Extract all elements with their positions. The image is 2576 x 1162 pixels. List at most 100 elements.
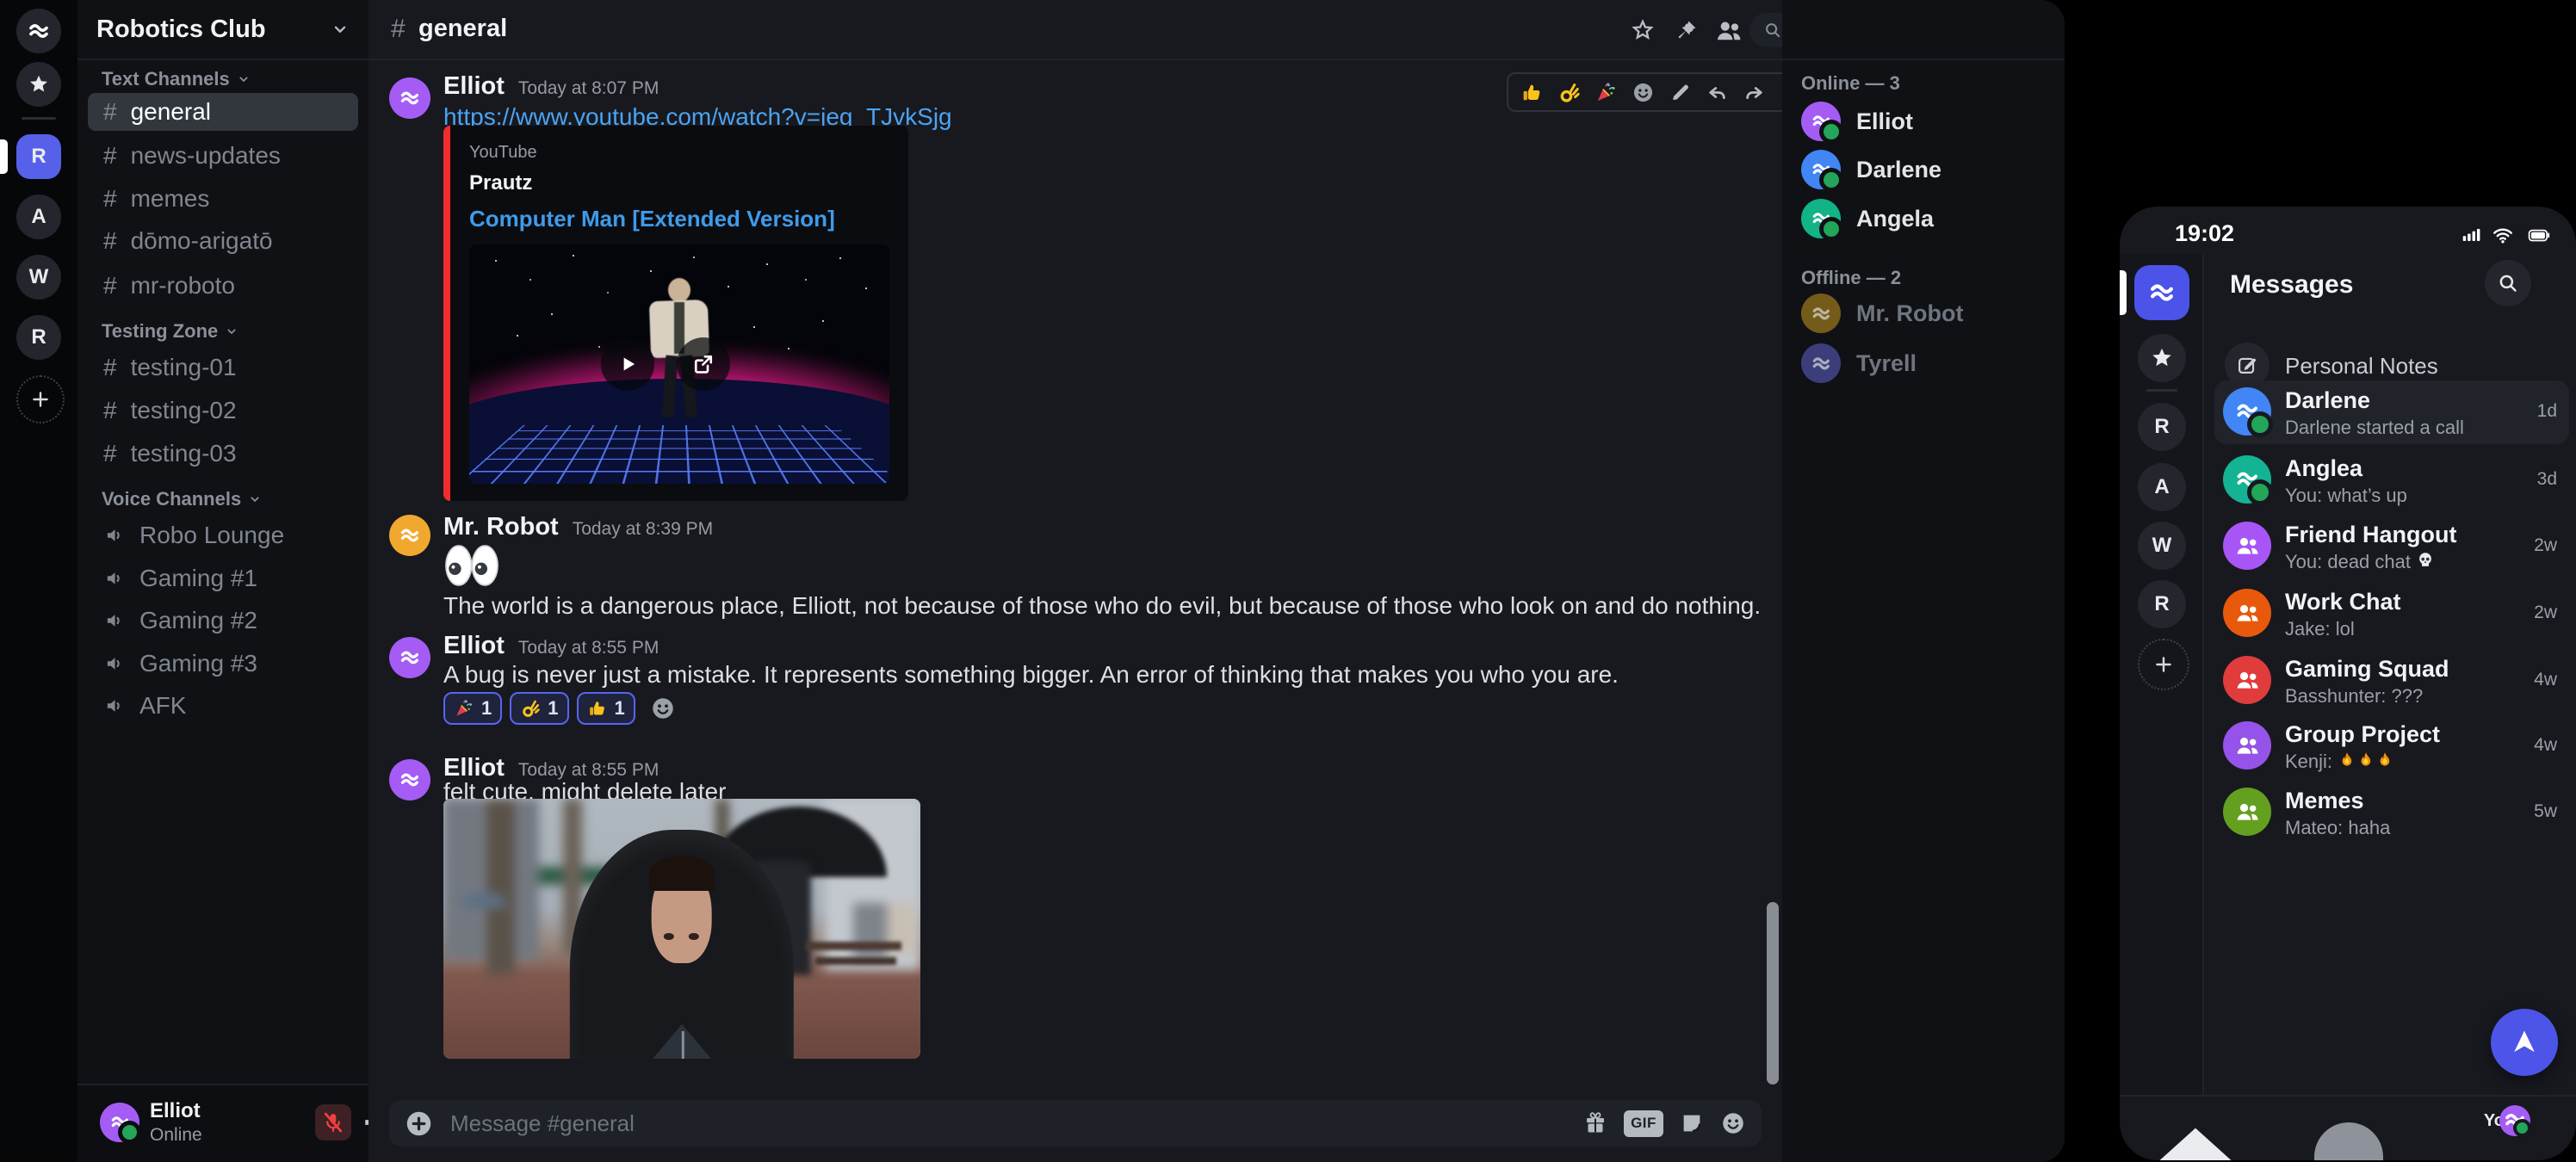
channel-domo-arigato[interactable]: #dōmo-arigatō: [88, 222, 358, 260]
ok-hand-emoji-button[interactable]: [1557, 81, 1581, 104]
sticker-icon[interactable]: [1679, 1110, 1705, 1136]
voice-robo-lounge[interactable]: Robo Lounge: [88, 516, 358, 554]
avatar[interactable]: [1801, 294, 1841, 333]
avatar[interactable]: [100, 1103, 139, 1142]
avatar[interactable]: [1801, 102, 1841, 141]
voice-gaming-3[interactable]: Gaming #3: [88, 645, 358, 683]
group-avatar[interactable]: [2223, 522, 2271, 570]
personal-notes-label[interactable]: Personal Notes: [2285, 353, 2438, 380]
section-text-channels[interactable]: Text Channels: [102, 67, 251, 91]
avatar[interactable]: [389, 515, 430, 556]
avatar[interactable]: [1801, 343, 1841, 383]
chat-scrollbar[interactable]: [1767, 902, 1779, 1085]
embed-title[interactable]: Computer Man [Extended Version]: [469, 206, 889, 232]
reaction-ok-hand[interactable]: 1: [510, 692, 568, 725]
star-outline-icon[interactable]: [1631, 18, 1655, 42]
video-thumbnail[interactable]: [469, 244, 889, 484]
message-input[interactable]: [449, 1109, 1567, 1138]
reply-button[interactable]: [1706, 81, 1729, 104]
dm-row-work-chat[interactable]: Work Chat: [2285, 589, 2401, 615]
dm-row-gaming-squad[interactable]: Gaming Squad: [2285, 656, 2449, 683]
group-avatar[interactable]: [2223, 721, 2271, 770]
server-button-3[interactable]: W: [16, 255, 61, 300]
nav-you[interactable]: You: [2430, 1105, 2568, 1131]
channel-testing-02[interactable]: #testing-02: [88, 392, 358, 430]
wave-logo-icon: [2146, 277, 2177, 308]
avatar[interactable]: [2223, 387, 2271, 436]
photo-attachment[interactable]: [443, 799, 920, 1059]
dm-row-memes[interactable]: Memes: [2285, 788, 2364, 814]
server-button-robotics[interactable]: R: [16, 134, 61, 179]
gift-icon[interactable]: [1582, 1110, 1608, 1136]
server-header[interactable]: Robotics Club: [77, 0, 368, 60]
nav-notifications[interactable]: Notifications: [2280, 1105, 2418, 1160]
channel-testing-01[interactable]: #testing-01: [88, 349, 358, 386]
new-message-fab[interactable]: [2491, 1009, 2558, 1076]
channel-news-updates[interactable]: #news-updates: [88, 137, 358, 175]
emoji-icon[interactable]: [1720, 1110, 1746, 1136]
add-reaction-button[interactable]: [1632, 81, 1655, 104]
edit-button[interactable]: [1669, 81, 1692, 104]
member-tyrell[interactable]: Tyrell: [1856, 350, 1917, 377]
dm-row-darlene[interactable]: Darlene: [2285, 387, 2370, 414]
dm-row-group-project[interactable]: Group Project: [2285, 721, 2440, 748]
server-button-2[interactable]: A: [2138, 463, 2186, 511]
attach-plus-icon[interactable]: [405, 1109, 433, 1138]
members-icon[interactable]: [1714, 16, 1743, 46]
avatar[interactable]: [1801, 199, 1841, 238]
avatar[interactable]: [389, 759, 430, 800]
section-testing-zone[interactable]: Testing Zone: [102, 319, 238, 343]
avatar[interactable]: [389, 77, 430, 119]
thumbs-up-emoji-button[interactable]: [1520, 81, 1544, 104]
mic-mute-button[interactable]: [315, 1104, 351, 1140]
server-button-4[interactable]: R: [2138, 580, 2186, 628]
forward-button[interactable]: [1743, 81, 1766, 104]
member-darlene[interactable]: Darlene: [1856, 157, 1941, 183]
pin-icon[interactable]: [1675, 18, 1699, 42]
group-avatar[interactable]: [2223, 589, 2271, 637]
member-elliot[interactable]: Elliot: [1856, 108, 1913, 135]
channel-memes[interactable]: #memes: [88, 180, 358, 218]
avatar[interactable]: [389, 637, 430, 678]
dm-preview: Kenji:: [2285, 751, 2394, 773]
search-button[interactable]: [2485, 260, 2531, 306]
gif-button[interactable]: GIF: [1624, 1110, 1663, 1137]
reaction-thumbs-up[interactable]: 1: [577, 692, 635, 725]
embed-author[interactable]: Prautz: [469, 171, 889, 195]
avatar[interactable]: [1801, 150, 1841, 189]
group-avatar[interactable]: [2223, 656, 2271, 704]
channel-general[interactable]: #general: [88, 93, 358, 131]
voice-gaming-2[interactable]: Gaming #2: [88, 602, 358, 640]
group-avatar[interactable]: [2223, 788, 2271, 836]
nav-home[interactable]: Home: [2127, 1105, 2264, 1160]
play-button[interactable]: [601, 337, 654, 391]
avatar[interactable]: [2223, 455, 2271, 504]
favorites-button[interactable]: [16, 62, 61, 107]
home-button[interactable]: [2134, 265, 2189, 320]
add-reaction-icon[interactable]: [650, 695, 676, 721]
home-button[interactable]: [16, 9, 61, 53]
reaction-party[interactable]: 1: [443, 692, 502, 725]
server-button-3[interactable]: W: [2138, 522, 2186, 570]
add-server-button[interactable]: [2138, 639, 2189, 690]
server-button-4[interactable]: R: [16, 315, 61, 360]
dm-row-friend-hangout[interactable]: Friend Hangout: [2285, 522, 2456, 548]
author-name[interactable]: Elliot: [443, 632, 505, 660]
add-server-button[interactable]: [16, 375, 65, 423]
member-mr-robot[interactable]: Mr. Robot: [1856, 300, 1963, 327]
party-emoji-button[interactable]: [1595, 81, 1618, 104]
hash-icon: #: [391, 15, 406, 44]
voice-afk[interactable]: AFK: [88, 687, 358, 725]
server-button-1[interactable]: R: [2138, 403, 2186, 451]
favorites-button[interactable]: [2138, 334, 2186, 382]
dm-row-anglea[interactable]: Anglea: [2285, 455, 2362, 482]
voice-gaming-1[interactable]: Gaming #1: [88, 559, 358, 597]
open-external-button[interactable]: [677, 337, 730, 391]
channel-testing-03[interactable]: #testing-03: [88, 435, 358, 473]
member-angela[interactable]: Angela: [1856, 206, 1934, 232]
channel-mr-roboto[interactable]: #mr-roboto: [88, 267, 358, 305]
author-name[interactable]: Elliot: [443, 72, 505, 101]
server-button-2[interactable]: A: [16, 195, 61, 239]
section-voice-channels[interactable]: Voice Channels: [102, 487, 262, 511]
author-name[interactable]: Mr. Robot: [443, 513, 559, 541]
